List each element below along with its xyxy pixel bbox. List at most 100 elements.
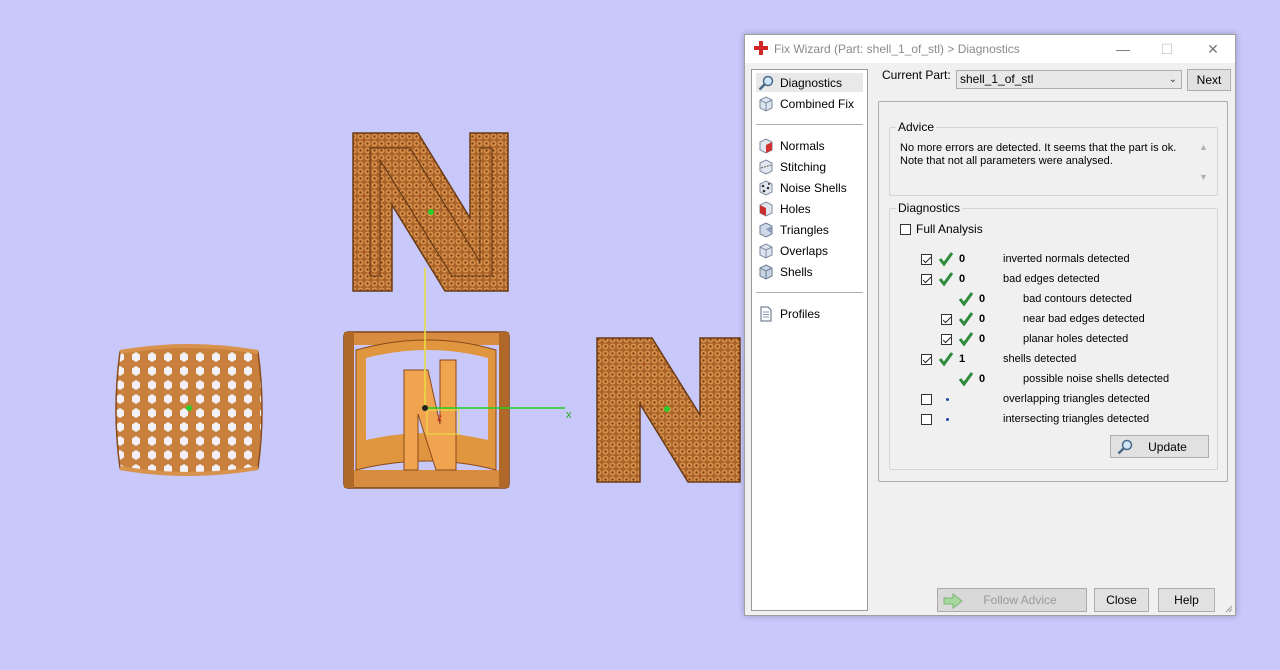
nav-label: Shells [780,264,813,279]
planar-holes-count: 0 [979,333,986,345]
green-check-icon [958,332,974,347]
bad-contours-label: bad contours detected [1023,293,1132,305]
status-dot-icon [946,398,949,401]
nav-item-combined-fix[interactable]: Combined Fix [756,94,863,113]
diagnostics-panel: Advice No more errors are detected. It s… [878,101,1228,482]
inverted-normals-label: inverted normals detected [1003,253,1130,265]
minimize-button[interactable]: — [1103,35,1143,63]
nav-item-profiles[interactable]: Profiles [756,304,863,323]
advice-text: No more errors are detected. It seems th… [900,142,1185,168]
nav-label: Holes [780,201,811,216]
full-analysis-checkbox[interactable] [900,224,911,235]
maximize-button[interactable]: ☐ [1147,35,1187,63]
viewport-scene: x z [115,132,741,489]
part-letter-n-top[interactable] [352,132,509,292]
follow-advice-label: Follow Advice [983,593,1057,607]
bad-edges-label: bad edges detected [1003,273,1100,285]
current-part-label: Current Part: [882,68,951,82]
planar-holes-checkbox[interactable] [941,334,952,345]
nav-item-overlaps[interactable]: Overlaps [756,241,863,260]
update-button[interactable]: Update [1110,435,1209,458]
bad-edges-count: 0 [959,273,966,285]
near-bad-edges-label: near bad edges detected [1023,313,1145,325]
overlaps-cube-icon [759,242,773,259]
diagnostics-group: Diagnostics Full Analysis 0 inverted nor… [889,201,1218,470]
part-hex-lattice-cylinder[interactable] [115,344,263,476]
green-check-icon [958,292,974,307]
nav-item-triangles[interactable]: Triangles [756,220,863,239]
nav-label: Profiles [780,306,821,321]
advice-line-1: No more errors are detected. It seems th… [900,142,1177,154]
shells-checkbox[interactable] [921,354,932,365]
green-check-icon [938,252,954,267]
green-check-icon [938,352,954,367]
update-label: Update [1148,439,1187,454]
green-check-icon [958,312,974,327]
nav-item-normals[interactable]: Normals [756,136,863,155]
green-check-icon [938,272,954,287]
nav-separator [756,124,863,125]
stitching-cube-icon [759,158,773,175]
nav-label: Overlaps [780,243,829,258]
intersecting-triangles-label: intersecting triangles detected [1003,413,1150,425]
nav-label: Noise Shells [780,180,847,195]
next-button[interactable]: Next [1187,69,1231,91]
nav-separator [756,292,863,293]
window-title: Fix Wizard (Part: shell_1_of_stl) > Diag… [774,42,1020,56]
normals-cube-icon [759,137,773,154]
nav-item-holes[interactable]: Holes [756,199,863,218]
inverted-normals-count: 0 [959,253,966,265]
help-button[interactable]: Help [1158,588,1215,612]
nav-item-stitching[interactable]: Stitching [756,157,863,176]
fix-wizard-window: Fix Wizard (Part: shell_1_of_stl) > Diag… [744,34,1236,616]
advice-group: Advice No more errors are detected. It s… [889,120,1218,196]
shells-label: shells detected [1003,353,1077,365]
part-letter-n-right[interactable] [596,337,741,483]
status-dot-icon [946,418,949,421]
advice-line-2: Note that not all parameters were analys… [900,155,1113,167]
nav-item-noise-shells[interactable]: Noise Shells [756,178,863,197]
near-bad-edges-checkbox[interactable] [941,314,952,325]
cube-icon [759,95,773,112]
follow-advice-button[interactable]: Follow Advice [937,588,1087,612]
magnifier-icon [758,75,774,90]
wizard-nav: Diagnostics Combined Fix Normals Stitchi… [751,69,868,611]
nav-label: Combined Fix [780,96,855,111]
nav-label: Diagnostics [780,75,843,90]
nav-item-diagnostics[interactable]: Diagnostics [756,73,863,92]
planar-holes-label: planar holes detected [1023,333,1129,345]
noise-shells-label: possible noise shells detected [1023,373,1170,385]
diagnostics-title: Diagnostics [896,201,963,215]
noise-shells-count: 0 [979,373,986,385]
advice-scrollbar[interactable]: ▲ ▼ [1197,142,1210,187]
overlapping-triangles-checkbox[interactable] [921,394,932,405]
shells-count: 1 [959,353,966,365]
nav-label: Normals [780,138,825,153]
holes-cube-icon [759,200,773,217]
axis-x-label: x [566,409,572,421]
nav-item-shells[interactable]: Shells [756,262,863,281]
nav-label: Stitching [780,159,827,174]
full-analysis-label: Full Analysis [916,222,983,236]
triangles-cube-icon [759,221,773,238]
noise-shells-icon [759,179,773,196]
overlapping-triangles-label: overlapping triangles detected [1003,393,1150,405]
close-button[interactable]: Close [1094,588,1149,612]
document-icon [760,306,772,321]
close-window-button[interactable]: ✕ [1193,35,1233,63]
bad-edges-checkbox[interactable] [921,274,932,285]
3d-viewport[interactable]: x z [0,0,745,670]
title-bar[interactable]: Fix Wizard (Part: shell_1_of_stl) > Diag… [745,35,1235,63]
green-check-icon [958,372,974,387]
red-cross-icon [754,41,768,55]
resize-grip-icon[interactable] [1223,603,1233,613]
intersecting-triangles-checkbox[interactable] [921,414,932,425]
axis-z-label: z [437,413,442,424]
shells-cube-icon [759,263,773,280]
bad-contours-count: 0 [979,293,986,305]
inverted-normals-checkbox[interactable] [921,254,932,265]
magnifier-icon [1117,439,1133,455]
chevron-down-icon: ⌄ [1168,74,1177,85]
current-part-select[interactable]: shell_1_of_stl ⌄ [956,70,1182,89]
nav-label: Triangles [780,222,829,237]
